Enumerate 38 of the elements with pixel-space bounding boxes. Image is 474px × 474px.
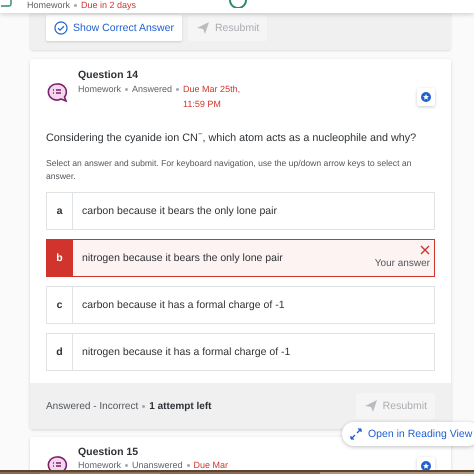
option-letter: c bbox=[47, 287, 73, 323]
homework-label: Homework bbox=[78, 460, 122, 470]
answer-option[interactable]: b nitrogen because it bears the only lone pair Your answer bbox=[46, 239, 435, 277]
status-label: Unanswered bbox=[132, 460, 183, 470]
reading-view-button[interactable]: Open in Reading View bbox=[342, 422, 474, 446]
send-icon bbox=[364, 399, 378, 413]
check-circle-icon bbox=[54, 21, 68, 35]
star-icon bbox=[421, 92, 431, 102]
progress-ring-icon bbox=[228, 0, 248, 8]
question-title: Question 14 bbox=[78, 68, 140, 82]
bookmark-button[interactable] bbox=[417, 88, 435, 106]
your-answer-label: Your answer bbox=[374, 258, 430, 269]
question-text: Considering the cyanide ion CN$^{−}$, which atom acts as a nucleophile and why? bbox=[46, 130, 418, 146]
instructions-text: Select an answer and submit. For keyboard navigation, use the up/down arrow keys to select an answer. bbox=[46, 157, 412, 183]
due-date: Due Mar bbox=[194, 459, 228, 472]
answer-option[interactable]: c carbon because it has a formal charge of -1 bbox=[46, 286, 435, 324]
option-letter: a bbox=[47, 193, 73, 229]
status-label: Answered bbox=[132, 84, 172, 94]
close-icon bbox=[420, 245, 430, 255]
option-text: carbon because it has a formal charge of -1 bbox=[81, 299, 285, 311]
homework-label: Homework bbox=[27, 0, 70, 10]
show-answer-button[interactable]: Show Correct Answer bbox=[46, 15, 182, 41]
answer-option[interactable]: d nitrogen because it has a formal charge of -1 bbox=[46, 333, 435, 371]
question-title: Question 15 bbox=[78, 445, 140, 459]
answer-option[interactable]: a carbon because it bears the only lone pair bbox=[46, 192, 435, 230]
option-letter: b bbox=[47, 240, 73, 276]
attempts-label: 1 attempt left bbox=[149, 400, 212, 412]
due-date: Due Mar 25th, 11:59 PM bbox=[183, 83, 242, 111]
option-text: carbon because it bears the only lone pair bbox=[81, 205, 277, 217]
result-label: Answered - Incorrect bbox=[46, 400, 138, 412]
chat-list-icon bbox=[46, 82, 68, 104]
homework-label: Homework bbox=[78, 84, 122, 94]
expand-icon bbox=[350, 428, 362, 440]
option-text: nitrogen because it has a formal charge of -1 bbox=[81, 346, 290, 358]
due-date: Due in 2 days bbox=[81, 0, 136, 10]
option-letter: d bbox=[47, 334, 73, 370]
send-icon bbox=[196, 21, 210, 35]
option-text: nitrogen because it bears the only lone pair bbox=[81, 252, 283, 264]
